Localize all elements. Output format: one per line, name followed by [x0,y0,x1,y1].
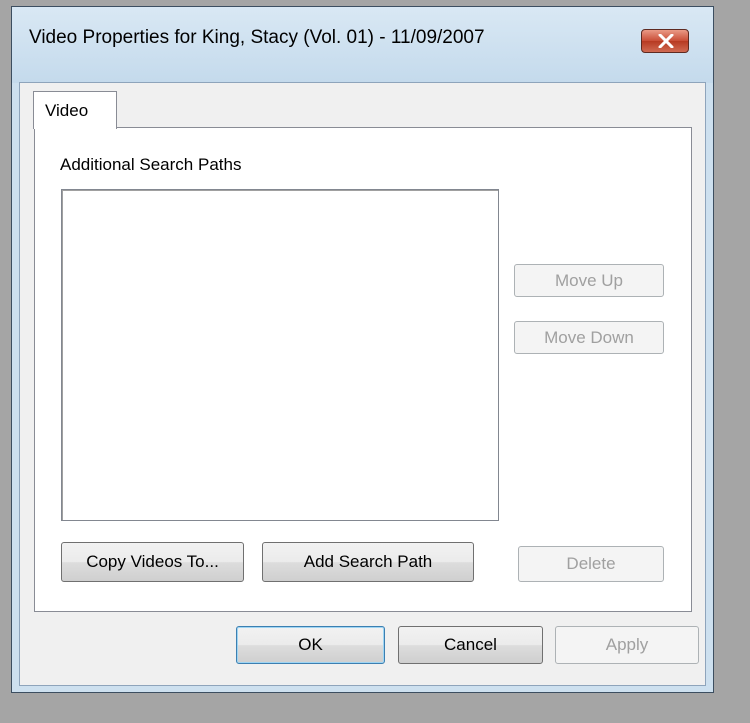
tab-video[interactable]: Video [33,91,117,129]
additional-search-paths-label: Additional Search Paths [60,155,242,174]
dialog-client-area: Video Additional Search Paths Move Up Mo… [19,82,706,686]
video-tab-panel: Additional Search Paths Move Up Move Dow… [34,127,692,612]
cancel-button[interactable]: Cancel [398,626,543,664]
title-bar[interactable]: Video Properties for King, Stacy (Vol. 0… [12,7,713,83]
delete-button[interactable]: Delete [518,546,664,582]
search-paths-list[interactable] [61,189,499,521]
copy-videos-to-button[interactable]: Copy Videos To... [61,542,244,582]
desktop-background: Video Properties for King, Stacy (Vol. 0… [0,0,750,723]
apply-button[interactable]: Apply [555,626,699,664]
close-button[interactable] [641,29,689,53]
close-icon [658,34,674,48]
move-down-button[interactable]: Move Down [514,321,664,354]
window-title: Video Properties for King, Stacy (Vol. 0… [29,27,485,48]
add-search-path-button[interactable]: Add Search Path [262,542,474,582]
video-properties-dialog: Video Properties for King, Stacy (Vol. 0… [11,6,714,693]
tab-video-label: Video [45,101,89,120]
ok-button[interactable]: OK [236,626,385,664]
move-up-button[interactable]: Move Up [514,264,664,297]
